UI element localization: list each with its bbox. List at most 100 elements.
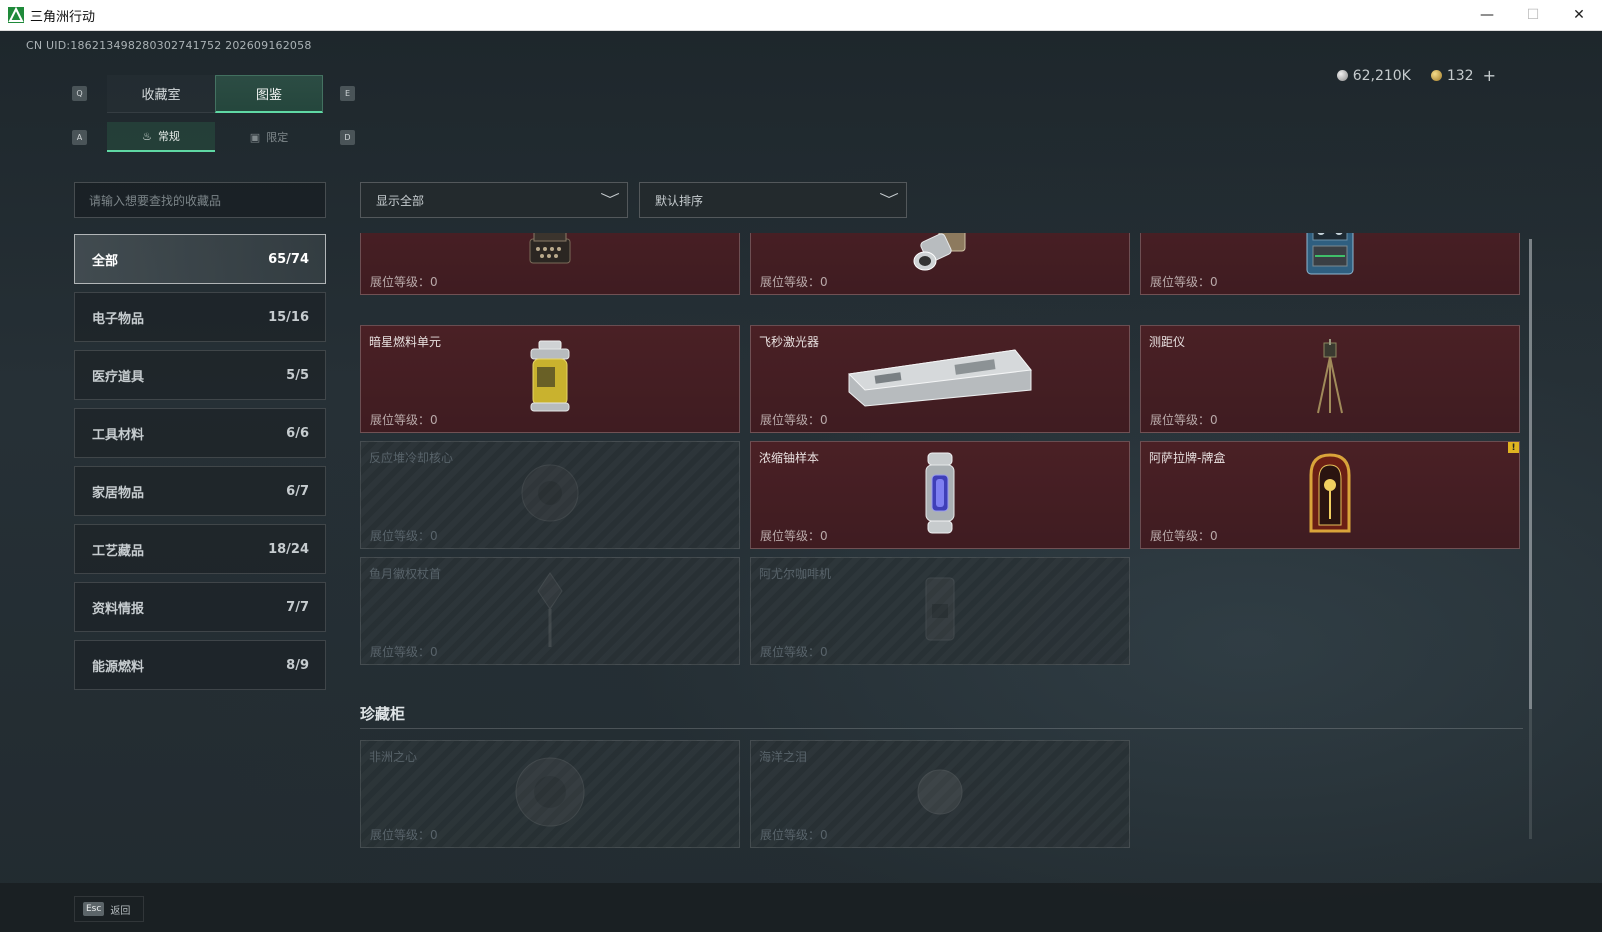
item-name: 暗星燃料单元	[369, 335, 442, 349]
category-label: 工艺藏品	[92, 543, 145, 559]
category-household[interactable]: 家居物品 6/7	[74, 466, 326, 516]
category-label: 能源燃料	[92, 659, 145, 675]
collection-card[interactable]: 展位等级：0	[1140, 233, 1520, 295]
scepter-icon	[530, 569, 570, 653]
category-tools[interactable]: 工具材料 6/6	[74, 408, 326, 458]
item-name: 阿萨拉牌-牌盒	[1149, 451, 1226, 465]
section-title-treasure: 珍藏柜	[360, 705, 406, 723]
treasure-card-locked[interactable]: 非洲之心 展位等级：0	[360, 740, 740, 848]
image-icon: ▣	[249, 130, 261, 144]
sort-dropdown[interactable]: 默认排序 ﹀	[639, 182, 907, 218]
category-count: 18/24	[268, 541, 309, 557]
booth-level: 展位等级：0	[760, 413, 828, 427]
pearl-icon	[910, 762, 970, 826]
category-label: 工具材料	[92, 427, 145, 443]
camera-lens-icon	[905, 233, 975, 279]
subtab-limited-label: 限定	[266, 131, 289, 144]
fuel-canister-icon	[525, 337, 575, 421]
chevron-down-icon: ﹀	[600, 193, 620, 209]
item-name: 浓缩铀样本	[759, 451, 820, 465]
gold-currency: 132 +	[1430, 66, 1496, 85]
category-intel[interactable]: 资料情报 7/7	[74, 582, 326, 632]
category-crafts[interactable]: 工艺藏品 18/24	[74, 524, 326, 574]
category-count: 6/7	[286, 483, 309, 499]
collection-card-locked[interactable]: 阿尤尔咖啡机 展位等级：0	[750, 557, 1130, 665]
category-count: 7/7	[286, 599, 309, 615]
category-label: 医疗道具	[92, 369, 145, 385]
card-box-icon	[1305, 451, 1355, 539]
subtab-limited[interactable]: ▣ 限定	[215, 122, 323, 152]
category-count: 5/5	[286, 367, 309, 383]
collection-card[interactable]: 浓缩铀样本 展位等级：0	[750, 441, 1130, 549]
warning-badge-icon: !	[1508, 442, 1519, 453]
tab-catalog[interactable]: 图鉴	[215, 75, 323, 113]
chevron-down-icon: ﹀	[879, 193, 899, 209]
filter-value: 显示全部	[376, 193, 425, 208]
booth-level: 展位等级：0	[760, 828, 828, 842]
item-name: 测距仪	[1149, 335, 1186, 349]
minimize-button[interactable]: —	[1464, 0, 1510, 31]
booth-level: 展位等级：0	[370, 413, 438, 427]
tab-collection-room[interactable]: 收藏室	[107, 75, 215, 113]
silver-amount: 62,210K	[1352, 67, 1411, 84]
collection-card-locked[interactable]: 鱼月徽权杖首 展位等级：0	[360, 557, 740, 665]
collection-card[interactable]: 展位等级：0	[750, 233, 1130, 295]
collection-card[interactable]: 展位等级：0	[360, 233, 740, 295]
category-list: 全部 65/74 电子物品 15/16 医疗道具 5/5 工具材料 6/6 家居…	[74, 234, 326, 698]
silver-currency: 62,210K	[1336, 66, 1411, 85]
main-tabs: 收藏室 图鉴	[107, 75, 323, 113]
collection-card[interactable]: 暗星燃料单元 展位等级：0	[360, 325, 740, 433]
collection-card-locked[interactable]: 反应堆冷却核心 展位等级：0	[360, 441, 740, 549]
item-name: 阿尤尔咖啡机	[759, 567, 832, 581]
category-energy[interactable]: 能源燃料 8/9	[74, 640, 326, 690]
window-title: 三角洲行动	[30, 9, 96, 25]
back-label: 返回	[110, 905, 131, 917]
item-name: 海洋之泪	[759, 750, 808, 764]
booth-level: 展位等级：0	[370, 529, 438, 543]
back-button[interactable]: Esc 返回	[74, 896, 144, 922]
booth-level: 展位等级：0	[370, 275, 438, 289]
booth-level: 展位等级：0	[1150, 413, 1218, 427]
gold-coin-icon	[1430, 70, 1442, 81]
subtab-regular[interactable]: ♨ 常规	[107, 122, 215, 152]
booth-level: 展位等级：0	[1150, 529, 1218, 543]
treasure-card-locked[interactable]: 海洋之泪 展位等级：0	[750, 740, 1130, 848]
category-count: 65/74	[268, 251, 309, 267]
add-currency-button[interactable]: +	[1483, 66, 1496, 85]
scrollbar-thumb[interactable]	[1529, 239, 1532, 709]
coffee-machine-icon	[920, 574, 960, 648]
maximize-button[interactable]: ☐	[1510, 0, 1556, 31]
currency-display: 62,210K 132 +	[1336, 66, 1496, 85]
grid-scrollbar[interactable]	[1529, 239, 1532, 839]
booth-level: 展位等级：0	[760, 645, 828, 659]
item-name: 鱼月徽权杖首	[369, 567, 442, 581]
category-count: 6/6	[286, 425, 309, 441]
category-label: 资料情报	[92, 601, 145, 617]
a-key-hint: A	[72, 130, 87, 145]
esc-key-hint: Esc	[83, 902, 105, 916]
silver-coin-icon	[1336, 70, 1348, 81]
collection-card[interactable]: 阿萨拉牌-牌盒 ! 展位等级：0	[1140, 441, 1520, 549]
booth-level: 展位等级：0	[760, 275, 828, 289]
category-all[interactable]: 全部 65/74	[74, 234, 326, 284]
player-uid: CN UID:186213498280302741752 20260916205…	[26, 39, 312, 52]
category-electronics[interactable]: 电子物品 15/16	[74, 292, 326, 342]
section-divider	[360, 728, 1523, 729]
item-name: 飞秒激光器	[759, 335, 820, 349]
search-input[interactable]: 请输入想要查找的收藏品	[74, 182, 326, 218]
filter-dropdown[interactable]: 显示全部 ﹀	[360, 182, 628, 218]
bottle-icon: ♨	[142, 129, 152, 143]
collection-card[interactable]: 飞秒激光器 展位等级：0	[750, 325, 1130, 433]
e-key-hint: E	[340, 86, 355, 101]
category-medical[interactable]: 医疗道具 5/5	[74, 350, 326, 400]
game-viewport: CN UID:186213498280302741752 20260916205…	[0, 31, 1602, 932]
collection-card[interactable]: 测距仪 展位等级：0	[1140, 325, 1520, 433]
app-logo-icon	[8, 7, 24, 23]
booth-level: 展位等级：0	[370, 645, 438, 659]
category-label: 家居物品	[92, 485, 145, 501]
sub-tabs: ♨ 常规 ▣ 限定	[107, 122, 323, 152]
bottom-bar: Esc 返回	[0, 883, 1602, 932]
close-button[interactable]: ✕	[1556, 0, 1602, 31]
category-count: 15/16	[268, 309, 309, 325]
category-count: 8/9	[286, 657, 309, 673]
